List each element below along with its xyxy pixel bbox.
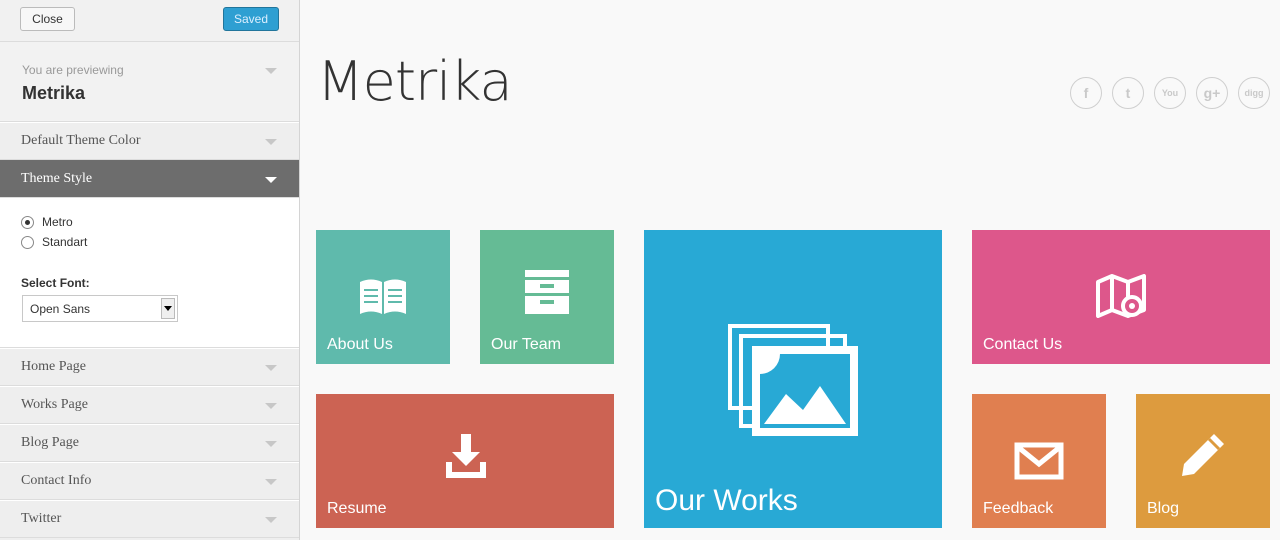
theme-name: Metrika [22, 83, 86, 103]
radio-label: Standart [42, 235, 88, 249]
chevron-down-icon [265, 479, 277, 485]
radio-button[interactable] [21, 235, 34, 249]
tile-label: Our Team [491, 336, 561, 353]
font-select-value: Open Sans [30, 302, 91, 316]
chevron-down-icon [265, 441, 277, 447]
tile-label: Resume [327, 500, 387, 517]
tile-feedback[interactable]: Feedback [972, 394, 1106, 528]
site-preview: Metrika f t You g+ digg About Us Our Tea… [301, 0, 1280, 540]
cabinet-icon [525, 270, 569, 314]
youtube-icon[interactable]: You [1154, 77, 1186, 109]
font-select[interactable]: Open Sans [22, 295, 178, 322]
facebook-icon[interactable]: f [1070, 77, 1102, 109]
tile-our-works[interactable]: Our Works [644, 230, 942, 528]
chevron-down-icon [265, 139, 277, 145]
dropdown-arrow-icon[interactable] [161, 298, 175, 319]
chevron-down-icon [265, 403, 277, 409]
envelope-icon [1014, 442, 1064, 480]
section-title: Blog Page [21, 435, 79, 450]
section-title: Default Theme Color [21, 133, 141, 148]
section-works-page[interactable]: Works Page [0, 386, 299, 424]
section-theme-style[interactable]: Theme Style [0, 160, 299, 198]
digg-icon[interactable]: digg [1238, 77, 1270, 109]
social-links: f t You g+ digg [1070, 77, 1270, 109]
tile-label: Our Works [655, 484, 798, 517]
twitter-icon[interactable]: t [1112, 77, 1144, 109]
section-title: Works Page [21, 397, 88, 412]
section-title: Theme Style [21, 171, 93, 186]
radio-label: Metro [42, 215, 73, 229]
map-icon [1096, 274, 1146, 318]
radio-standart[interactable]: Standart [21, 235, 87, 249]
download-icon [446, 434, 486, 478]
tile-label: About Us [327, 336, 393, 353]
chevron-down-icon [265, 68, 277, 74]
images-icon [728, 324, 858, 436]
tile-label: Contact Us [983, 336, 1063, 353]
tile-blog[interactable]: Blog [1136, 394, 1270, 528]
section-title: Contact Info [21, 473, 92, 488]
chevron-down-icon [265, 177, 277, 183]
book-icon [360, 279, 406, 314]
googleplus-icon[interactable]: g+ [1196, 77, 1228, 109]
section-title: Home Page [21, 359, 86, 374]
tile-about-us[interactable]: About Us [316, 230, 450, 364]
previewing-label: You are previewing [22, 63, 124, 77]
close-button[interactable]: Close [20, 7, 75, 31]
radio-button[interactable] [21, 215, 34, 229]
section-default-theme-color[interactable]: Default Theme Color [0, 122, 299, 160]
chevron-down-icon [265, 365, 277, 371]
select-font-label: Select Font: [21, 276, 90, 290]
chevron-down-icon [265, 517, 277, 523]
saved-button[interactable]: Saved [223, 7, 279, 31]
radio-metro[interactable]: Metro [21, 215, 73, 229]
tile-resume[interactable]: Resume [316, 394, 614, 528]
section-twitter[interactable]: Twitter [0, 500, 299, 538]
tile-contact-us[interactable]: Contact Us [972, 230, 1270, 364]
section-blog-page[interactable]: Blog Page [0, 424, 299, 462]
tile-label: Feedback [983, 500, 1054, 517]
sidebar-header: Close Saved [0, 0, 299, 42]
preview-info[interactable]: You are previewing Metrika [0, 42, 299, 122]
pencil-icon [1182, 434, 1224, 476]
theme-style-panel: Metro Standart Select Font: Open Sans [0, 198, 299, 348]
tile-our-team[interactable]: Our Team [480, 230, 614, 364]
section-home-page[interactable]: Home Page [0, 348, 299, 386]
tile-label: Blog [1147, 500, 1180, 517]
section-contact-info[interactable]: Contact Info [0, 462, 299, 500]
customizer-sidebar: Close Saved You are previewing Metrika D… [0, 0, 300, 540]
section-title: Twitter [21, 511, 62, 526]
site-title[interactable]: Metrika [317, 50, 513, 113]
